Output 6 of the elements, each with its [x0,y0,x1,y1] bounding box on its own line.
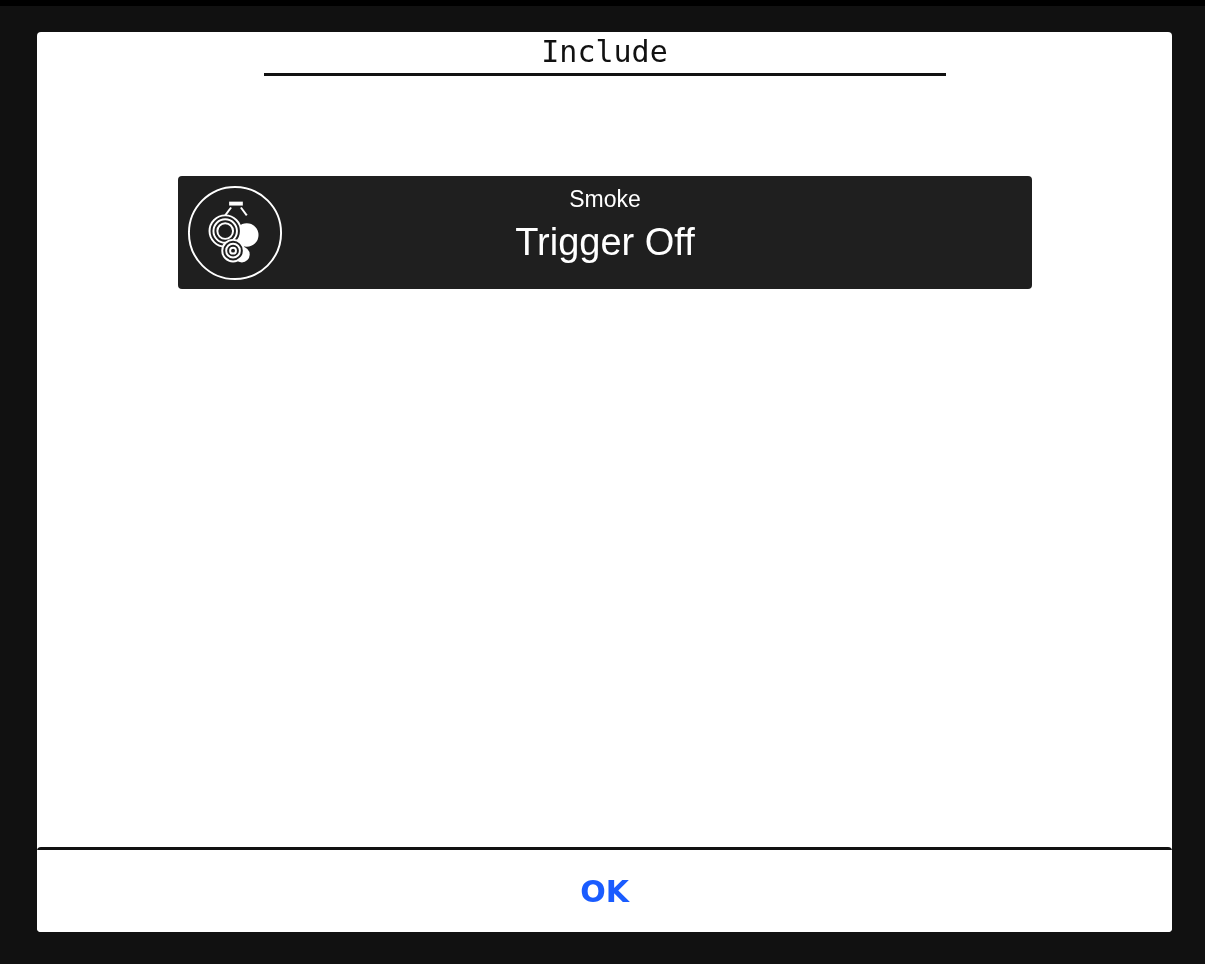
smoke-detector-icon [186,183,284,282]
device-name: Smoke [569,186,641,213]
dialog-title: Include [263,34,946,76]
scene-card[interactable]: Smoke Trigger Off [178,176,1032,289]
ok-button[interactable]: OK [37,850,1172,932]
action-label: Trigger Off [515,221,695,264]
